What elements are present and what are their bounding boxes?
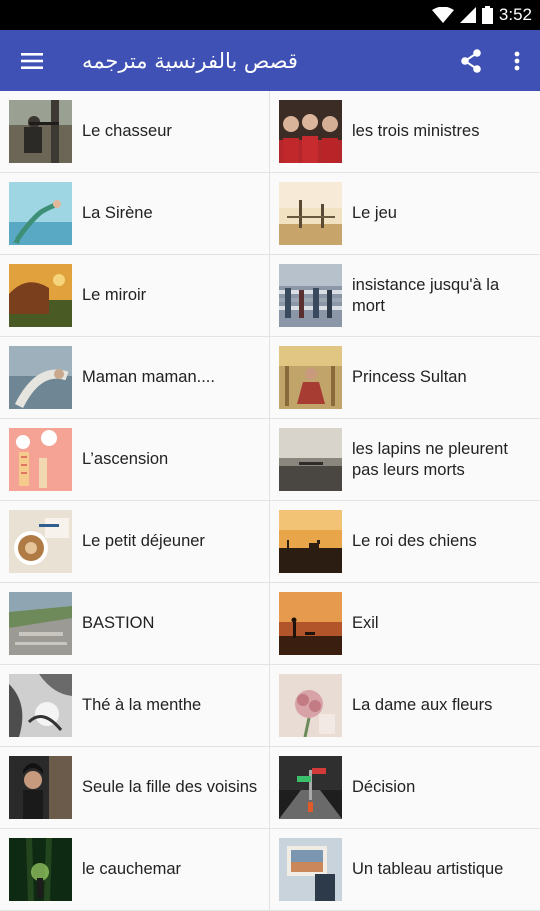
story-item[interactable]: Exil: [270, 583, 540, 665]
story-item[interactable]: Un tableau artistique: [270, 829, 540, 911]
game-image: [279, 182, 342, 245]
hamburger-menu-icon[interactable]: [0, 30, 64, 91]
story-item[interactable]: le cauchemar: [0, 829, 270, 911]
story-item[interactable]: les lapins ne pleurent pas leurs morts: [270, 419, 540, 501]
king-dogs-image: [279, 510, 342, 573]
story-item[interactable]: Le chasseur: [0, 91, 270, 173]
story-item[interactable]: La dame aux fleurs: [270, 665, 540, 747]
story-item[interactable]: Le jeu: [270, 173, 540, 255]
story-item[interactable]: Thé à la menthe: [0, 665, 270, 747]
story-item[interactable]: Maman maman....: [0, 337, 270, 419]
story-title: Princess Sultan: [352, 368, 467, 386]
story-title: Le roi des chiens: [352, 532, 477, 550]
story-title: Le chasseur: [82, 122, 172, 140]
story-title: Le petit déjeuner: [82, 532, 205, 550]
painting-image: [279, 838, 342, 901]
story-item[interactable]: BASTION: [0, 583, 270, 665]
signal-icon: [459, 7, 476, 23]
status-bar: 3:52: [0, 0, 540, 30]
story-item[interactable]: Seule la fille des voisins: [0, 747, 270, 829]
app-bar: قصص بالفرنسية مترجمه: [0, 30, 540, 91]
mint-tea-image: [9, 674, 72, 737]
app-title: قصص بالفرنسية مترجمه: [82, 48, 298, 73]
story-title: Le miroir: [82, 286, 147, 304]
story-item[interactable]: les trois ministres: [270, 91, 540, 173]
story-title: L’ascension: [82, 450, 169, 468]
flower-lady-image: [279, 674, 342, 737]
maman-image: [9, 346, 72, 409]
mirror-image: [9, 264, 72, 327]
story-title: les trois ministres: [352, 122, 480, 140]
story-title: Décision: [352, 778, 416, 796]
exile-image: [279, 592, 342, 655]
story-item[interactable]: Princess Sultan: [270, 337, 540, 419]
insistence-image: [279, 264, 342, 327]
overflow-menu-icon[interactable]: [494, 30, 540, 91]
story-title: Un tableau artistique: [352, 860, 504, 878]
princess-image: [279, 346, 342, 409]
decision-image: [279, 756, 342, 819]
wifi-icon: [431, 7, 454, 23]
story-item[interactable]: La Sirène: [0, 173, 270, 255]
story-title: Seule la fille des voisins: [82, 778, 258, 796]
mermaid-image: [9, 182, 72, 245]
story-item[interactable]: Le petit déjeuner: [0, 501, 270, 583]
story-title: La dame aux fleurs: [352, 696, 493, 714]
breakfast-image: [9, 510, 72, 573]
battery-icon: [481, 6, 493, 24]
share-icon[interactable]: [448, 30, 494, 91]
story-title: le cauchemar: [82, 860, 182, 878]
story-title: Thé à la menthe: [82, 696, 202, 714]
story-item[interactable]: Le miroir: [0, 255, 270, 337]
story-title: La Sirène: [82, 204, 153, 222]
story-title: Exil: [352, 614, 379, 632]
story-title: Le jeu: [352, 204, 397, 222]
story-item[interactable]: L’ascension: [0, 419, 270, 501]
story-item[interactable]: insistance jusqu'à la mort: [270, 255, 540, 337]
story-item[interactable]: Le roi des chiens: [270, 501, 540, 583]
story-title: Maman maman....: [82, 368, 215, 386]
status-time: 3:52: [498, 5, 532, 24]
nightmare-image: [9, 838, 72, 901]
story-title: insistance jusqu'à la mort: [352, 275, 500, 315]
hunter-image: [9, 100, 72, 163]
stories-grid: Le chasseur les trois ministres La Sirèn…: [0, 91, 540, 911]
rabbits-image: [279, 428, 342, 491]
three-ministers-image: [279, 100, 342, 163]
story-title: les lapins ne pleurent pas leurs morts: [352, 439, 508, 479]
story-item[interactable]: Décision: [270, 747, 540, 829]
ascension-image: [9, 428, 72, 491]
story-title: BASTION: [82, 614, 155, 632]
neighbor-girl-image: [9, 756, 72, 819]
bastion-image: [9, 592, 72, 655]
